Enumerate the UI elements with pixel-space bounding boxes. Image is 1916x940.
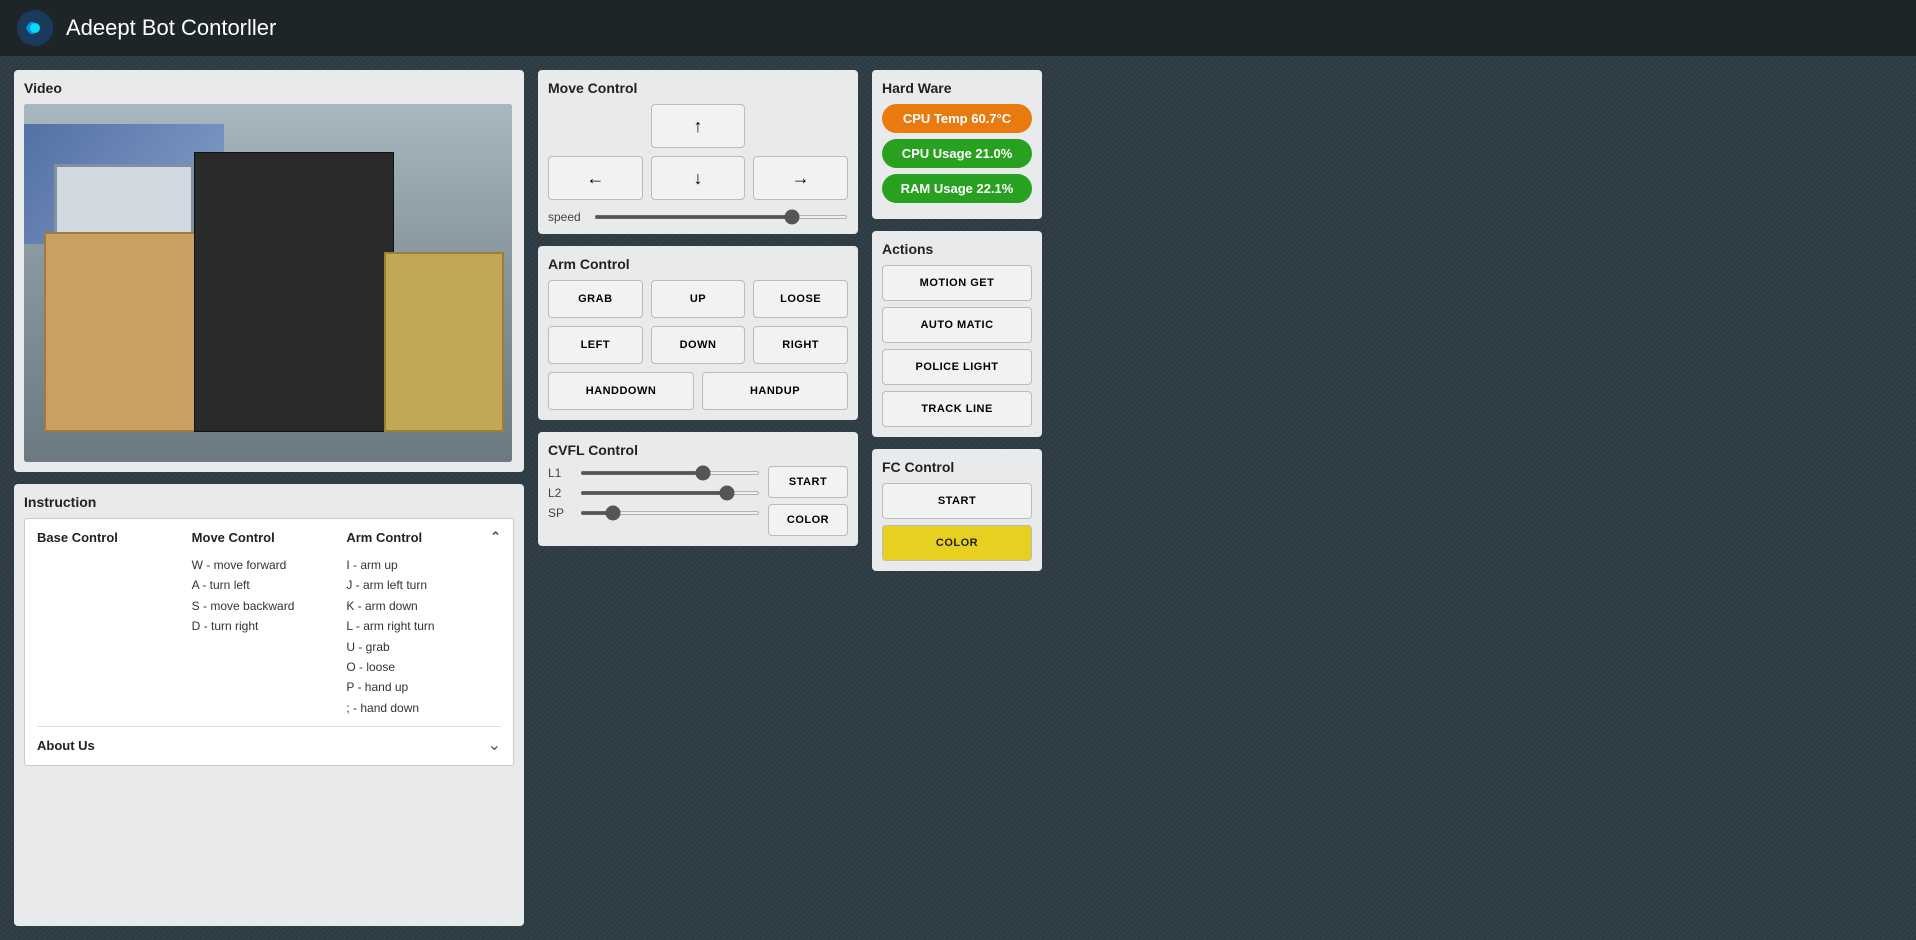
dpad: ↑ ← ↓ → [548,104,848,200]
dpad-empty-tl [548,104,643,148]
about-us-chevron-icon[interactable]: ⌄ [488,735,501,755]
instr-arm-item: J - arm left turn [346,575,501,595]
dpad-empty-tr [753,104,848,148]
instruction-header: Base Control Move Control Arm Control ⌃ [37,529,501,545]
instr-move-item: W - move forward [192,555,347,575]
video-box2 [194,152,394,432]
cvfl-start-button[interactable]: START [768,466,848,498]
instr-col-base-header: Base Control [37,530,192,545]
instr-col-base [37,555,192,718]
cvfl-l2-label: L2 [548,486,572,500]
instruction-body: W - move forwardA - turn leftS - move ba… [37,555,501,718]
instruction-panel-title: Instruction [24,494,514,510]
instr-col-arm-header: Arm Control ⌃ [346,529,501,545]
instruction-panel: Instruction Base Control Move Control Ar… [14,484,524,926]
arm-btn-right[interactable]: RIGHT [753,326,848,364]
instr-arm-item: O - loose [346,657,501,677]
action-btn-track-line[interactable]: TRACK LINE [882,391,1032,427]
ram-usage-badge: RAM Usage 22.1% [882,174,1032,203]
right-column: Hard Ware CPU Temp 60.7°C CPU Usage 21.0… [872,70,1042,926]
fc-control-panel: FC Control START COLOR [872,449,1042,571]
video-box1 [44,232,204,432]
cpu-usage-badge: CPU Usage 21.0% [882,139,1032,168]
arm-btn-loose[interactable]: LOOSE [753,280,848,318]
instr-col-move-header: Move Control [192,530,347,545]
instruction-table: Base Control Move Control Arm Control ⌃ … [24,518,514,766]
app-logo [16,9,54,47]
cpu-temp-badge: CPU Temp 60.7°C [882,104,1032,133]
video-box3 [384,252,504,432]
cvfl-l1-row: L1 [548,466,760,480]
video-scene [24,104,512,462]
actions-buttons: MOTION GET AUTO MATIC POLICE LIGHT TRACK LI… [882,265,1032,427]
about-us-row: About Us ⌄ [37,726,501,755]
cvfl-sp-row: SP [548,506,760,520]
instr-arm-item: U - grab [346,637,501,657]
dpad-up-button[interactable]: ↑ [651,104,746,148]
instr-arm-item: K - arm down [346,596,501,616]
arm-btn-left[interactable]: LEFT [548,326,643,364]
dpad-right-button[interactable]: → [753,156,848,200]
header: Adeept Bot Contorller [0,0,1916,56]
instr-move-item: A - turn left [192,575,347,595]
instr-col-arm: I - arm upJ - arm left turnK - arm downL… [346,555,501,718]
left-column: Video Instruction Base Control Move Cont… [14,70,524,926]
cvfl-l1-slider[interactable] [580,471,760,475]
speed-label: speed [548,210,586,224]
video-panel-title: Video [24,80,514,96]
cvfl-l2-row: L2 [548,486,760,500]
move-control-title: Move Control [548,80,848,96]
arm-grid-main: GRABUPLOOSE LEFTDOWNRIGHT [548,280,848,364]
actions-panel: Actions MOTION GET AUTO MATIC POLICE LIGHT… [872,231,1042,437]
hardware-panel: Hard Ware CPU Temp 60.7°C CPU Usage 21.0… [872,70,1042,219]
app-title: Adeept Bot Contorller [66,15,276,41]
cvfl-control-title: CVFL Control [548,442,848,458]
cvfl-sp-slider[interactable] [580,511,760,515]
cvfl-l1-label: L1 [548,466,572,480]
instr-arm-item: I - arm up [346,555,501,575]
cvfl-sliders: L1 L2 SP [548,466,760,526]
arm-btn-down[interactable]: DOWN [651,326,746,364]
speed-row: speed [548,210,848,224]
cvfl-color-button[interactable]: COLOR [768,504,848,536]
cvfl-control-panel: CVFL Control L1 L2 SP [538,432,858,546]
instr-arm-item: P - hand up [346,677,501,697]
video-panel: Video [14,70,524,472]
action-btn-auto-matic[interactable]: AUTO MATIC [882,307,1032,343]
action-btn-motion-get[interactable]: MOTION GET [882,265,1032,301]
arm-btn-handdown[interactable]: HANDDOWN [548,372,694,410]
actions-title: Actions [882,241,1032,257]
dpad-left-button[interactable]: ← [548,156,643,200]
instr-arm-item: ; - hand down [346,698,501,718]
arm-control-panel: Arm Control GRABUPLOOSE LEFTDOWNRIGHT HAN… [538,246,858,420]
arm-grid-bottom: HANDDOWNHANDUP [548,372,848,410]
center-column: Move Control ↑ ← ↓ → speed Arm Control G… [538,70,858,926]
instr-col-move: W - move forwardA - turn leftS - move ba… [192,555,347,718]
cvfl-sp-label: SP [548,506,572,520]
action-btn-police-light[interactable]: POLICE LIGHT [882,349,1032,385]
arm-control-title: Arm Control [548,256,848,272]
cvfl-content: L1 L2 SP START COLOR [548,466,848,536]
fc-control-title: FC Control [882,459,1032,475]
speed-slider[interactable] [594,215,848,219]
move-control-panel: Move Control ↑ ← ↓ → speed [538,70,858,234]
arm-btn-grab[interactable]: GRAB [548,280,643,318]
about-us-label: About Us [37,738,95,753]
instruction-collapse-icon[interactable]: ⌃ [490,529,501,545]
cvfl-l2-slider[interactable] [580,491,760,495]
arm-btn-handup[interactable]: HANDUP [702,372,848,410]
fc-color-button[interactable]: COLOR [882,525,1032,561]
cvfl-buttons: START COLOR [768,466,848,536]
main-content: Video Instruction Base Control Move Cont… [0,56,1916,940]
instr-move-item: D - turn right [192,616,347,636]
video-frame [24,104,512,462]
dpad-down-button[interactable]: ↓ [651,156,746,200]
instr-move-item: S - move backward [192,596,347,616]
fc-start-button[interactable]: START [882,483,1032,519]
hardware-title: Hard Ware [882,80,1032,96]
arm-btn-up[interactable]: UP [651,280,746,318]
instr-arm-item: L - arm right turn [346,616,501,636]
